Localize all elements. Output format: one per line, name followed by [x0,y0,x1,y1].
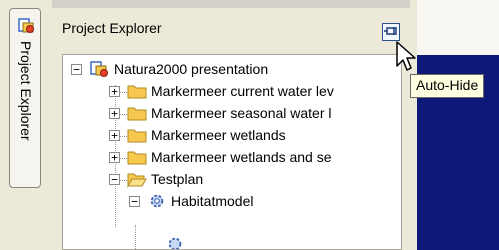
tree-child[interactable]: − Habitatmodel [113,191,401,213]
expand-toggle[interactable]: + [109,86,120,97]
collapse-toggle[interactable]: − [71,64,82,75]
tree-item-label: Markermeer seasonal water l [151,105,332,121]
tree-root-label: Natura2000 presentation [114,61,269,77]
side-tab-label: Project Explorer [18,41,34,141]
folder-icon [127,85,147,99]
gear-icon [168,237,182,249]
folder-icon [127,107,147,121]
autohide-button[interactable] [382,23,400,41]
collapse-toggle[interactable]: − [109,174,120,185]
folder-icon [127,151,147,165]
panel-header: Project Explorer [52,8,410,46]
tree-item-label: Markermeer wetlands and se [151,149,332,165]
tree-child-label: Habitatmodel [171,193,254,209]
expand-toggle[interactable]: + [109,130,120,141]
autohide-tooltip: Auto-Hide [410,74,485,98]
pin-icon [384,27,397,35]
expand-toggle[interactable]: + [109,108,120,119]
tree-item[interactable]: + Markermeer seasonal water l [93,103,401,125]
tree-item-label: Testplan [151,171,204,187]
tree-item[interactable]: + Markermeer wetlands and se [93,147,401,169]
tree-item-label: Markermeer current water lev [151,83,334,99]
gear-icon [150,194,164,208]
cursor-icon [396,41,416,71]
folder-open-icon [127,173,147,188]
project-icon [90,61,108,77]
tree-item[interactable]: + Markermeer current water lev [93,81,401,103]
tree-root[interactable]: − Natura2000 presentation [71,59,401,81]
folder-icon [127,129,147,143]
tree-item[interactable]: + Markermeer wetlands [93,125,401,147]
project-icon [18,18,34,33]
tree-item-label: Markermeer wetlands [151,127,286,143]
tree-item[interactable]: − Testplan [93,169,401,191]
panel-title: Project Explorer [62,20,162,36]
collapse-toggle[interactable]: − [129,196,140,207]
expand-toggle[interactable]: + [109,152,120,163]
project-explorer-panel: Project Explorer − Natura2000 presentati… [52,8,410,250]
right-top-strip [417,0,499,55]
project-explorer-side-tab[interactable]: Project Explorer [9,8,41,188]
project-tree[interactable]: − Natura2000 presentation + Markermeer c… [62,54,402,250]
tree-connector [135,225,136,249]
